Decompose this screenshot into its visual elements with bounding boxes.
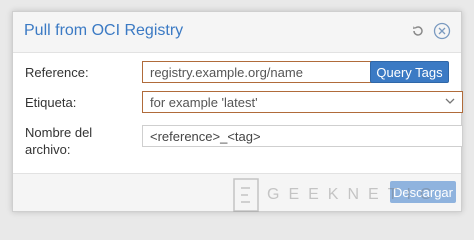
tag-label: Etiqueta: (25, 95, 77, 110)
dialog-titlebar: Pull from OCI Registry (13, 12, 461, 53)
reference-placeholder: registry.example.org/name (150, 65, 303, 80)
dialog-footer: Descargar (13, 173, 461, 211)
reference-label: Reference: (25, 65, 89, 80)
filename-value: <reference>_<tag> (150, 129, 261, 144)
filename-label: Nombre del archivo: (25, 124, 92, 158)
pull-oci-dialog: Pull from OCI Registry Reference: regist… (12, 11, 463, 212)
reset-icon[interactable] (409, 22, 427, 40)
filename-label-line1: Nombre del (25, 125, 93, 140)
tag-row: Etiqueta: for example 'latest' (25, 91, 463, 115)
tag-select[interactable]: for example 'latest' (142, 91, 463, 113)
download-button[interactable]: Descargar (390, 181, 456, 203)
filename-label-line2: archivo: (25, 142, 71, 157)
chevron-down-icon[interactable] (444, 95, 456, 110)
dialog-title: Pull from OCI Registry (24, 22, 184, 39)
reference-row: Reference: registry.example.org/name Que… (25, 61, 449, 85)
tag-placeholder: for example 'latest' (150, 95, 258, 110)
title-tools (409, 22, 451, 40)
query-tags-button[interactable]: Query Tags (370, 61, 449, 83)
close-icon[interactable] (433, 22, 451, 40)
reference-input[interactable]: registry.example.org/name (142, 61, 378, 83)
filename-row: Nombre del archivo: <reference>_<tag> (25, 124, 463, 160)
filename-input[interactable]: <reference>_<tag> (142, 125, 463, 147)
